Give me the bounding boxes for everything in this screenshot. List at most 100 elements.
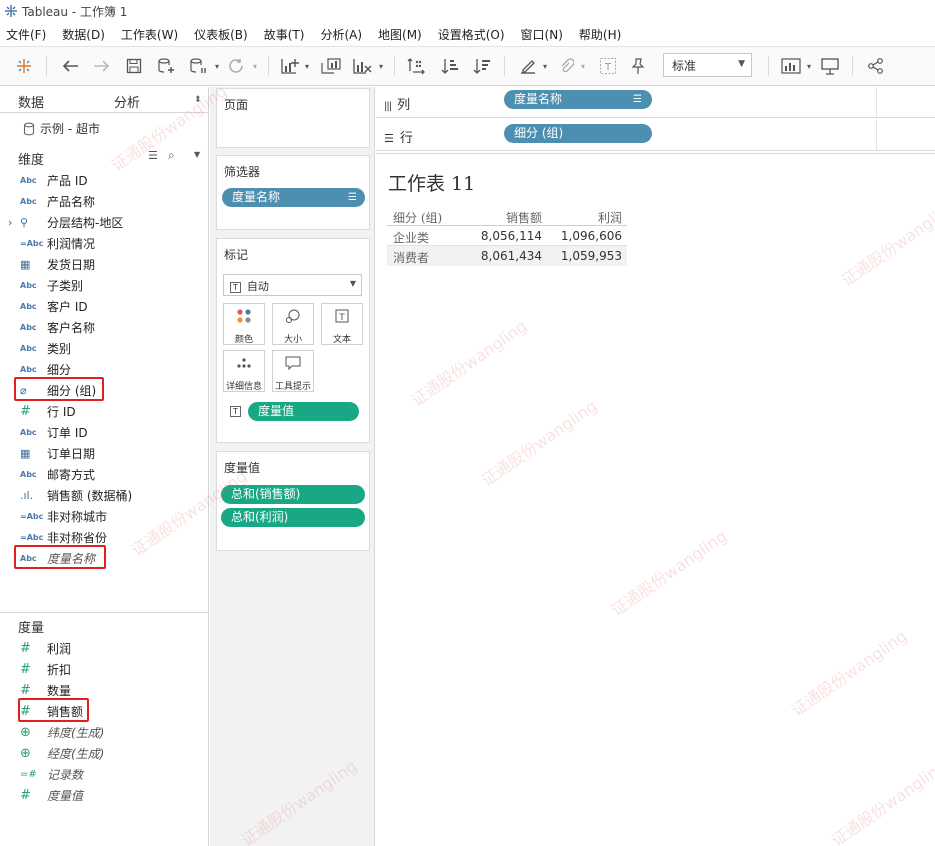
chevron-down-icon[interactable]: ▾	[540, 55, 550, 77]
highlight-box-measure-names	[14, 545, 106, 569]
table-row[interactable]: 消费者 8,061,434 1,059,953	[387, 246, 627, 266]
show-me-icon[interactable]	[779, 55, 803, 77]
field-asym-city[interactable]: =Abc 非对称城市	[20, 506, 107, 526]
field-row-id[interactable]: # 行 ID	[20, 401, 76, 421]
tab-data[interactable]: 数据	[18, 92, 44, 111]
rows-pill-segment-group[interactable]: 细分 (组)	[504, 124, 652, 143]
field-category[interactable]: Abc 类别	[20, 338, 71, 358]
crosstab: 细分 (组) 销售额 利润 企业类 8,056,114 1,096,606 消费…	[387, 206, 627, 266]
columns-pill-measure-names[interactable]: 度量名称 ☰	[504, 90, 652, 109]
menu-help[interactable]: 帮助(H)	[579, 26, 621, 43]
tab-analysis[interactable]: 分析	[114, 92, 140, 111]
sheet-title[interactable]: 工作表 11	[388, 169, 475, 196]
menu-window[interactable]: 窗口(N)	[521, 26, 563, 43]
mark-type-select[interactable]: T 自动 ▼	[223, 274, 362, 296]
chevron-down-icon[interactable]: ▾	[302, 55, 312, 77]
sort-ascending-icon[interactable]	[438, 55, 462, 77]
chevron-down-icon[interactable]: ▾	[376, 55, 386, 77]
text-button[interactable]: T 文本	[321, 303, 363, 345]
string-type-icon: Abc	[20, 175, 37, 185]
menu-dashboard[interactable]: 仪表板(B)	[194, 26, 248, 43]
field-record-count[interactable]: =# 记录数	[20, 764, 83, 784]
chevron-down-icon[interactable]: ▾	[804, 55, 814, 77]
view-list-icon[interactable]: ☰	[148, 149, 158, 162]
chevron-down-icon[interactable]: ▾	[578, 55, 588, 77]
chevron-down-icon[interactable]: ▾	[250, 55, 260, 77]
swap-rows-columns-icon[interactable]	[404, 55, 428, 77]
new-datasource-icon[interactable]	[154, 55, 178, 77]
redo-icon[interactable]	[90, 55, 114, 77]
number-type-icon: #	[20, 682, 31, 698]
field-longitude[interactable]: ⊕ 经度(生成)	[20, 743, 104, 763]
field-ship-mode[interactable]: Abc 邮寄方式	[20, 464, 95, 484]
menu-data[interactable]: 数据(D)	[62, 26, 105, 43]
rows-shelf[interactable]: ☰ 行 细分 (组)	[376, 120, 935, 151]
table-row[interactable]: 企业类 8,056,114 1,096,606	[387, 226, 627, 246]
field-order-id[interactable]: Abc 订单 ID	[20, 422, 88, 442]
field-sales-bins[interactable]: .ıl. 销售额 (数据桶)	[20, 485, 132, 505]
marks-pill-measure-values[interactable]: 度量值	[248, 402, 359, 421]
group-paperclip-icon[interactable]	[554, 55, 578, 77]
field-quantity[interactable]: # 数量	[20, 680, 71, 700]
field-profit-status[interactable]: =Abc 利润情况	[20, 233, 95, 253]
filter-pill-measure-names[interactable]: 度量名称 ☰	[222, 188, 365, 207]
columns-shelf-label: ||| 列	[384, 98, 411, 113]
string-type-icon: Abc	[20, 280, 37, 290]
detail-button[interactable]: 详细信息	[223, 350, 265, 392]
tableau-home-icon[interactable]	[12, 55, 36, 77]
field-segment[interactable]: Abc 细分	[20, 359, 71, 379]
field-product-id[interactable]: Abc 产品 ID	[20, 170, 88, 190]
filters-card[interactable]: 筛选器 度量名称 ☰	[216, 155, 370, 230]
share-icon[interactable]	[864, 55, 888, 77]
field-customer-id[interactable]: Abc 客户 ID	[20, 296, 88, 316]
show-labels-icon[interactable]: T	[596, 55, 620, 77]
field-latitude[interactable]: ⊕ 纬度(生成)	[20, 722, 104, 742]
field-discount[interactable]: # 折扣	[20, 659, 71, 679]
chevron-down-icon[interactable]: ▾	[212, 55, 222, 77]
field-hierarchy-region[interactable]: › ⚲ 分层结构-地区	[8, 212, 123, 232]
menu-file[interactable]: 文件(F)	[6, 26, 46, 43]
color-button[interactable]: 颜色	[223, 303, 265, 345]
presentation-mode-icon[interactable]	[818, 55, 842, 77]
field-ship-date[interactable]: ▦ 发货日期	[20, 254, 95, 274]
clear-sheet-icon[interactable]	[350, 55, 374, 77]
pages-card[interactable]: 页面	[216, 88, 370, 148]
menu-map[interactable]: 地图(M)	[378, 26, 422, 43]
undo-icon[interactable]	[58, 55, 82, 77]
menu-format[interactable]: 设置格式(O)	[438, 26, 505, 43]
field-measure-values[interactable]: # 度量值	[20, 785, 83, 805]
header-profit[interactable]: 利润	[598, 209, 622, 226]
sort-toggle-icon[interactable]: ⬍	[194, 95, 202, 105]
string-type-icon: Abc	[20, 469, 37, 479]
size-button[interactable]: 大小	[272, 303, 314, 345]
header-segment-group[interactable]: 细分 (组)	[393, 209, 442, 226]
search-icon[interactable]: ⌕	[168, 148, 175, 163]
chevron-down-icon[interactable]: ▼	[194, 150, 200, 159]
pin-icon[interactable]	[626, 55, 650, 77]
refresh-icon[interactable]	[224, 55, 248, 77]
columns-shelf[interactable]: ||| 列 度量名称 ☰	[376, 87, 935, 118]
calculated-string-icon: =Abc	[20, 532, 44, 542]
field-subcategory[interactable]: Abc 子类别	[20, 275, 83, 295]
datasource-item[interactable]: 示例 - 超市	[22, 120, 100, 137]
new-worksheet-icon[interactable]	[278, 55, 302, 77]
highlight-pen-icon[interactable]	[516, 55, 540, 77]
chevron-right-icon[interactable]: ›	[8, 216, 20, 229]
field-order-date[interactable]: ▦ 订单日期	[20, 443, 95, 463]
measure-pill-sum-sales[interactable]: 总和(销售额)	[221, 485, 365, 504]
field-product-name[interactable]: Abc 产品名称	[20, 191, 95, 211]
menu-story[interactable]: 故事(T)	[264, 26, 305, 43]
save-icon[interactable]	[122, 55, 146, 77]
fit-select[interactable]: 标准 ▼	[663, 53, 752, 77]
field-asym-province[interactable]: =Abc 非对称省份	[20, 527, 107, 547]
menu-analysis[interactable]: 分析(A)	[320, 26, 362, 43]
field-customer-name[interactable]: Abc 客户名称	[20, 317, 95, 337]
menu-worksheet[interactable]: 工作表(W)	[121, 26, 178, 43]
measure-pill-sum-profit[interactable]: 总和(利润)	[221, 508, 365, 527]
tooltip-button[interactable]: 工具提示	[272, 350, 314, 392]
field-profit[interactable]: # 利润	[20, 638, 71, 658]
sort-descending-icon[interactable]	[470, 55, 494, 77]
duplicate-sheet-icon[interactable]	[318, 55, 344, 77]
pause-datasource-icon[interactable]	[186, 55, 212, 77]
header-sales[interactable]: 销售额	[506, 209, 542, 226]
